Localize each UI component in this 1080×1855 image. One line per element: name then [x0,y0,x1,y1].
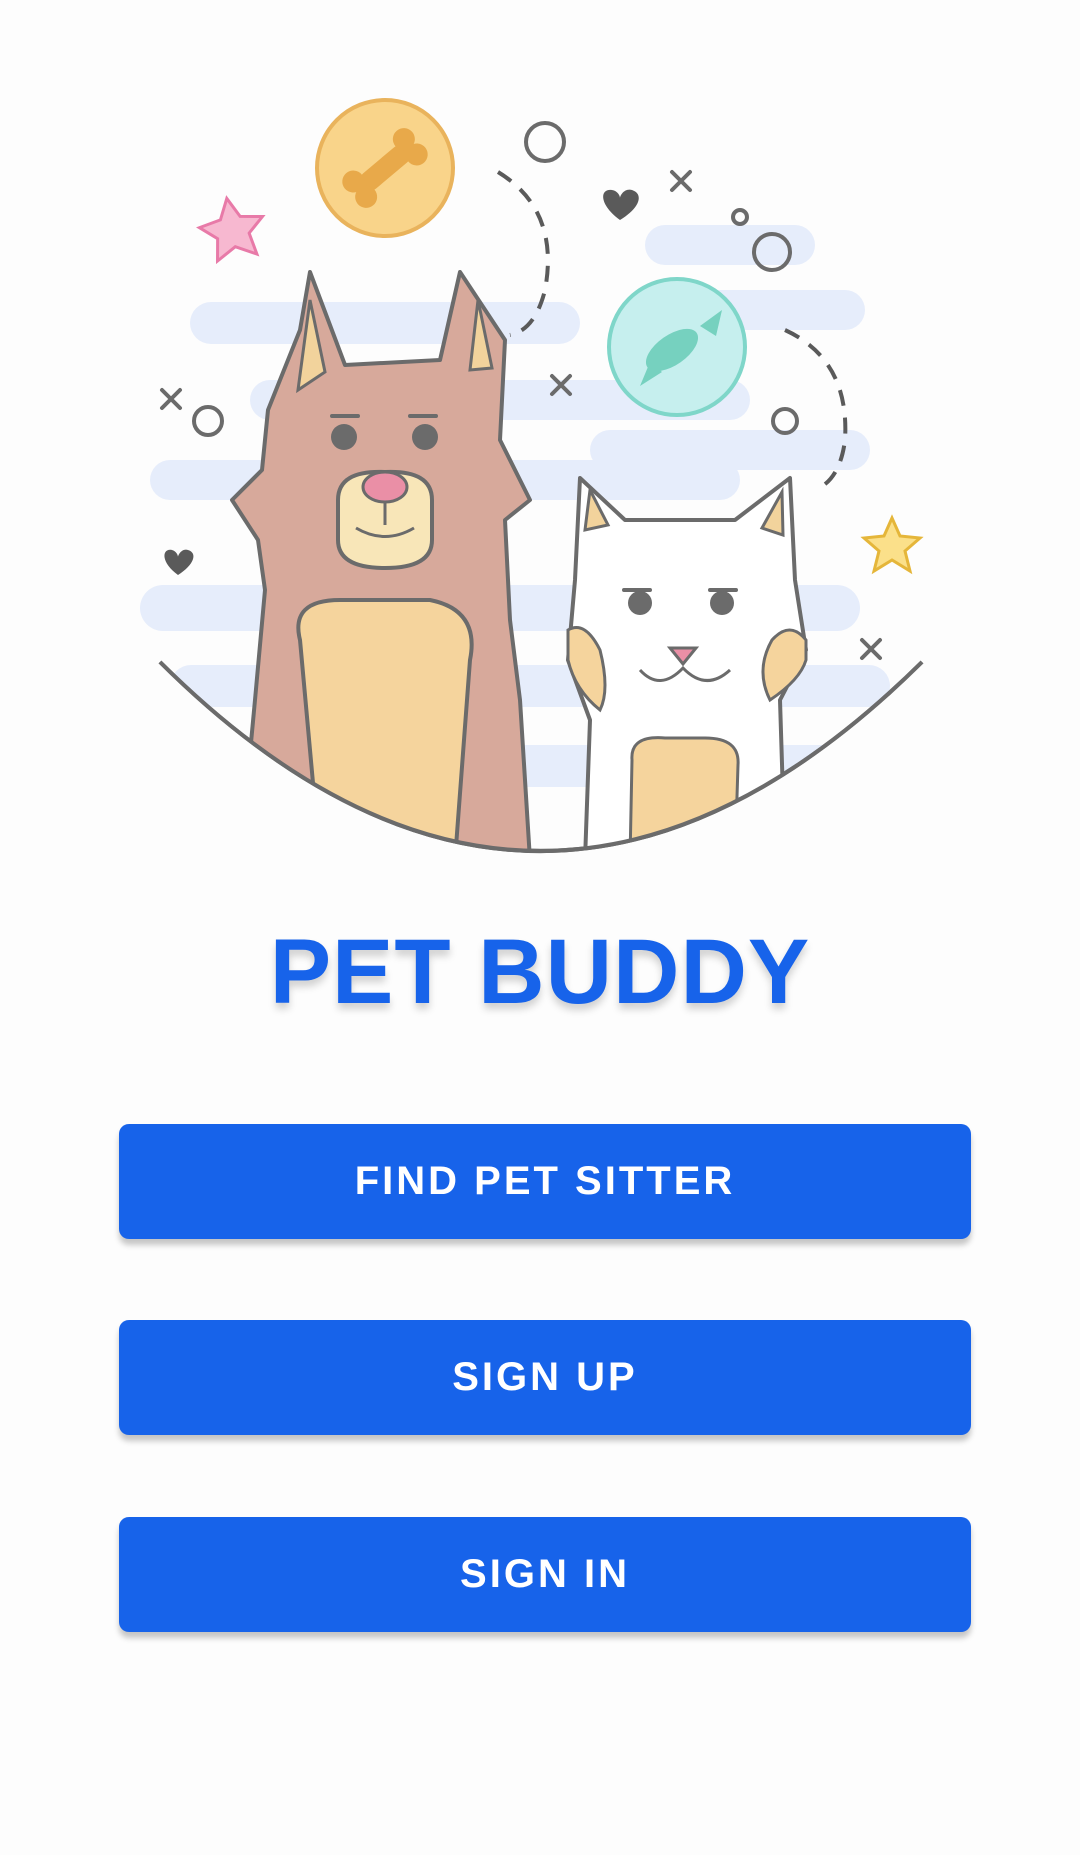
fish-bubble-icon [607,277,747,417]
dog-illustration [230,270,532,851]
bone-coin-icon [315,98,455,238]
heart-icon-left [164,549,194,575]
cat-illustration [566,476,808,851]
sign-up-button[interactable]: SIGN UP [119,1320,971,1435]
sign-in-button[interactable]: SIGN IN [119,1517,971,1632]
welcome-screen: PET BUDDY FIND PET SITTER SIGN UP SIGN I… [0,0,1080,1855]
find-pet-sitter-button[interactable]: FIND PET SITTER [119,1124,971,1239]
hero-illustration [0,0,1080,860]
heart-icon-top [603,189,639,220]
pink-star-icon [196,195,266,265]
app-title: PET BUDDY [269,921,811,1023]
yellow-star-icon [860,514,924,575]
